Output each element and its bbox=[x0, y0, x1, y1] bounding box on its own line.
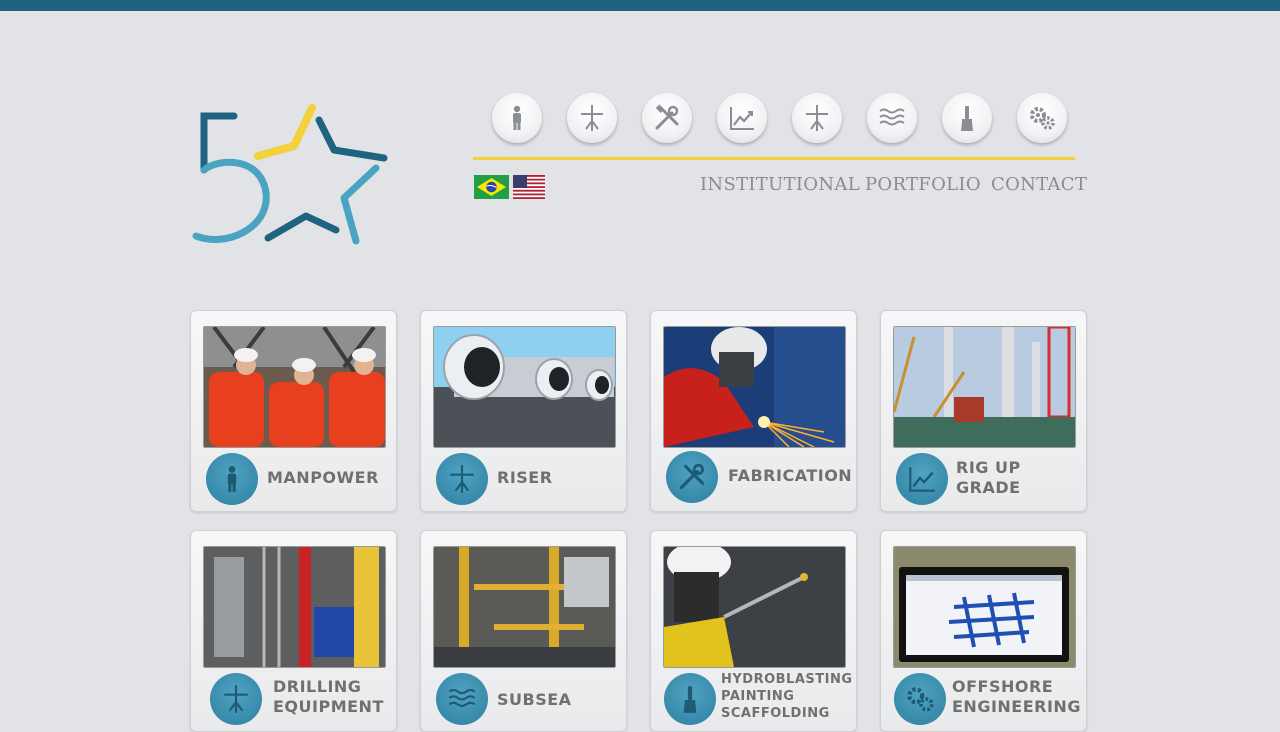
service-icon-bar bbox=[492, 93, 1072, 145]
rig-up-grade-icon[interactable] bbox=[717, 93, 767, 143]
service-card-manpower[interactable]: MANPOWER bbox=[190, 310, 397, 512]
riser-icon[interactable] bbox=[567, 93, 617, 143]
5-star-logo[interactable] bbox=[186, 98, 396, 258]
offshore-engineering-photo bbox=[893, 546, 1076, 668]
service-card-rig-up-grade[interactable]: RIG UP GRADE bbox=[880, 310, 1087, 512]
drilling-equipment-icon[interactable] bbox=[792, 93, 842, 143]
rig-up-grade-label: RIG UP GRADE bbox=[956, 458, 1021, 497]
riser-label: RISER bbox=[497, 468, 553, 487]
rig-up-grade-photo bbox=[893, 326, 1076, 448]
top-bar bbox=[0, 0, 1280, 11]
drilling-equipment-photo bbox=[203, 546, 386, 668]
nav-contact[interactable]: CONTACT bbox=[991, 174, 1087, 195]
header-divider bbox=[473, 157, 1075, 160]
painting-icon bbox=[664, 673, 716, 725]
subsea-photo bbox=[433, 546, 616, 668]
service-card-drilling-equipment[interactable]: DRILLING EQUIPMENT bbox=[190, 530, 397, 732]
painting-icon[interactable] bbox=[942, 93, 992, 143]
hydroblasting-label: HYDROBLASTING PAINTING SCAFFOLDING bbox=[721, 672, 853, 721]
manpower-photo bbox=[203, 326, 386, 448]
riser-photo bbox=[433, 326, 616, 448]
riser-icon bbox=[436, 453, 488, 505]
service-card-hydroblasting[interactable]: HYDROBLASTING PAINTING SCAFFOLDING bbox=[650, 530, 857, 732]
offshore-engineering-icon bbox=[894, 673, 946, 725]
hydroblasting-photo bbox=[663, 546, 846, 668]
manpower-icon[interactable] bbox=[492, 93, 542, 143]
service-card-riser[interactable]: RISER bbox=[420, 310, 627, 512]
rig-up-grade-icon bbox=[896, 453, 948, 505]
fabrication-label: FABRICATION bbox=[728, 466, 853, 485]
service-card-fabrication[interactable]: FABRICATION bbox=[650, 310, 857, 512]
offshore-engineering-label: OFFSHORE ENGINEERING bbox=[952, 677, 1081, 716]
service-card-offshore-engineering[interactable]: OFFSHORE ENGINEERING bbox=[880, 530, 1087, 732]
manpower-label: MANPOWER bbox=[267, 468, 379, 487]
subsea-icon bbox=[436, 673, 488, 725]
service-card-subsea[interactable]: SUBSEA bbox=[420, 530, 627, 732]
drilling-equipment-label: DRILLING EQUIPMENT bbox=[273, 677, 384, 716]
offshore-engineering-icon[interactable] bbox=[1017, 93, 1067, 143]
fabrication-photo bbox=[663, 326, 846, 448]
drilling-equipment-icon bbox=[210, 673, 262, 725]
subsea-icon[interactable] bbox=[867, 93, 917, 143]
manpower-icon bbox=[206, 453, 258, 505]
subsea-label: SUBSEA bbox=[497, 690, 572, 709]
brazil-flag-icon[interactable] bbox=[474, 175, 509, 199]
us-flag-icon[interactable] bbox=[513, 175, 545, 199]
nav-institutional[interactable]: INSTITUTIONAL bbox=[700, 174, 860, 195]
nav-portfolio[interactable]: PORTFOLIO bbox=[865, 174, 981, 195]
fabrication-icon[interactable] bbox=[642, 93, 692, 143]
fabrication-icon bbox=[666, 451, 718, 503]
